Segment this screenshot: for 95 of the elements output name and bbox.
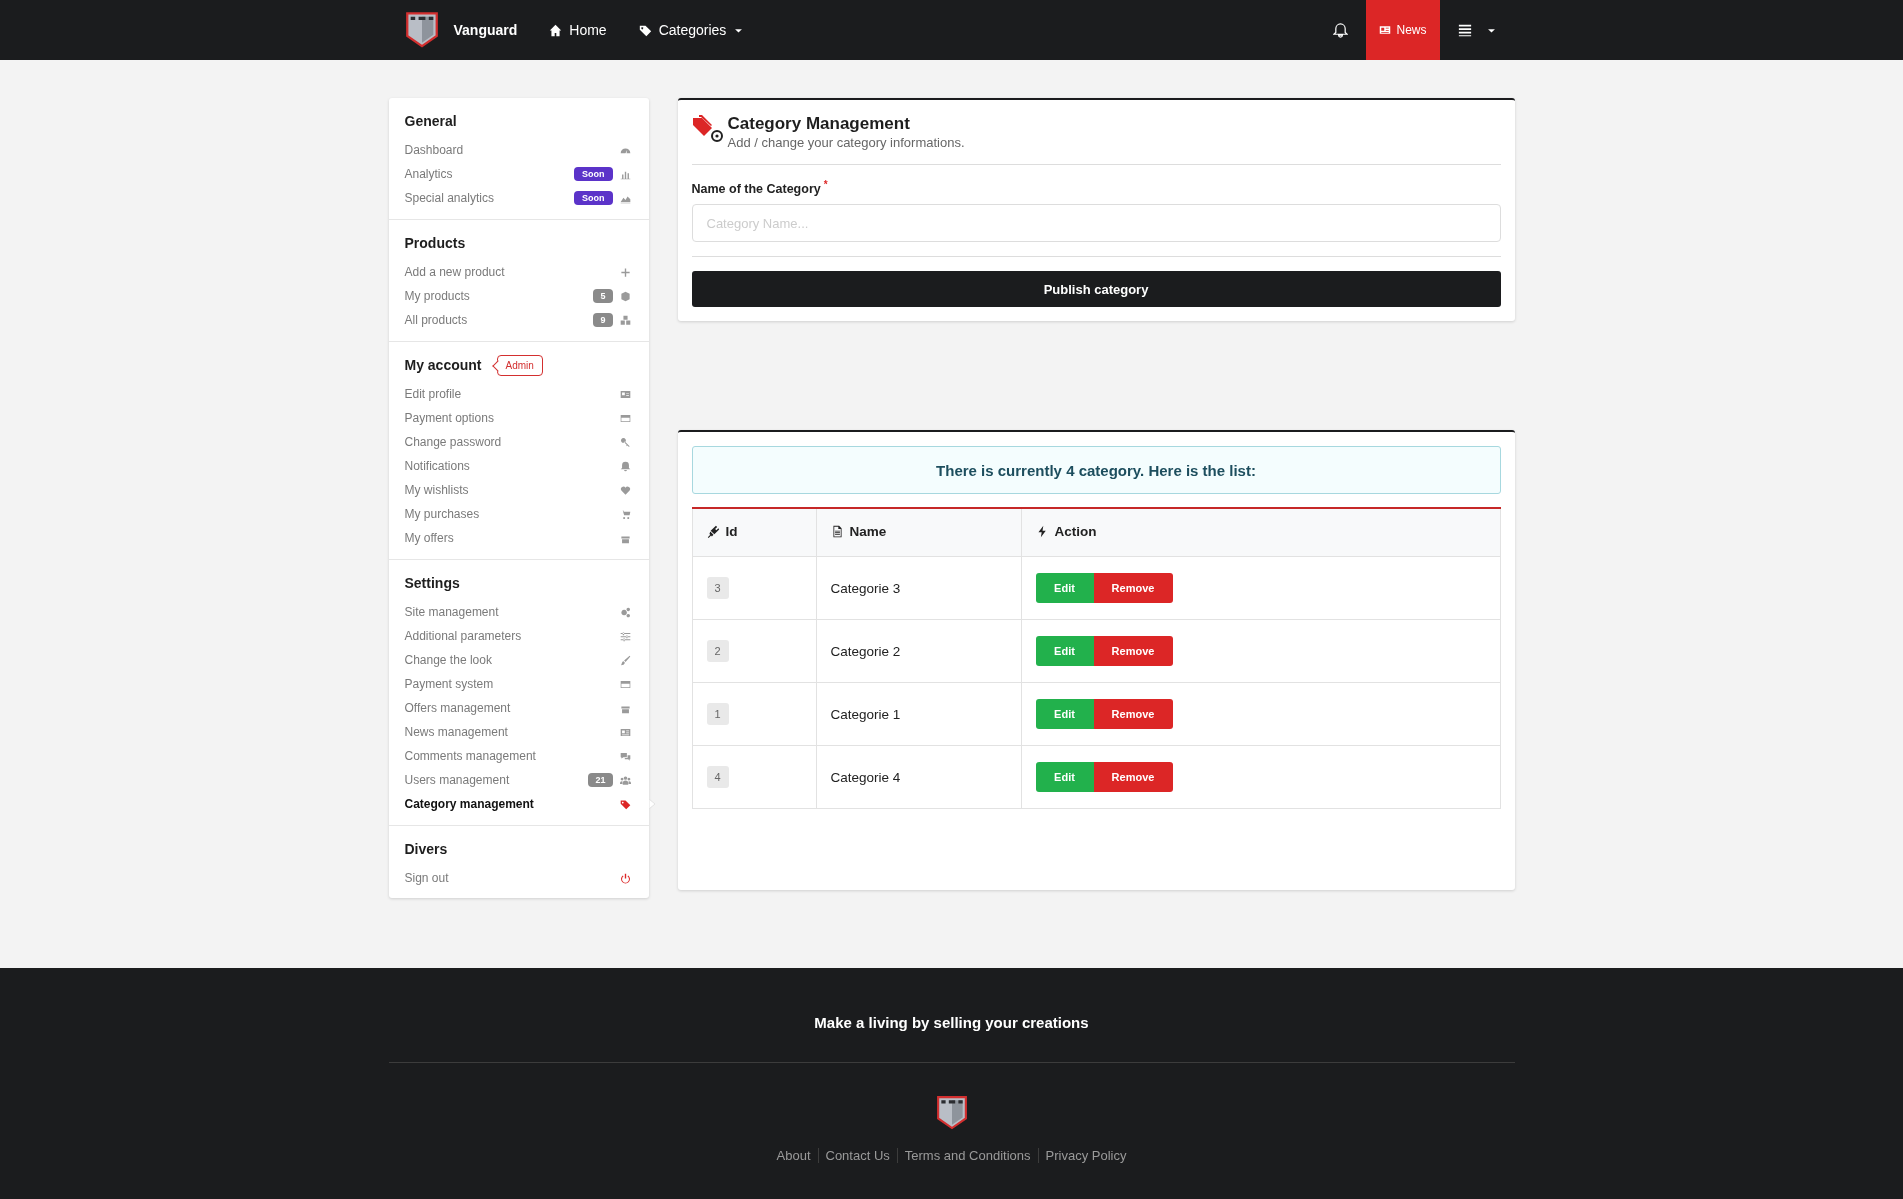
sidebar-item[interactable]: Payment options — [404, 406, 633, 430]
nav-link[interactable]: Home — [533, 22, 623, 38]
sidebar-item[interactable]: Payment system — [404, 672, 633, 696]
bell-icon — [1333, 22, 1349, 38]
badge: Soon — [574, 167, 613, 181]
sidebar-item[interactable]: Offers management — [404, 696, 633, 720]
sidebar-item[interactable]: Notifications — [404, 454, 633, 478]
power-icon — [620, 872, 631, 884]
credit-card-icon — [620, 678, 631, 690]
badge: 5 — [593, 289, 613, 303]
heart-icon — [620, 484, 631, 496]
edit-button[interactable]: Edit — [1035, 699, 1094, 730]
column-header: Name — [816, 508, 1021, 557]
sidebar-item[interactable]: Site management — [404, 600, 633, 624]
sidebar-item[interactable]: Category management — [404, 792, 633, 816]
sidebar-item[interactable]: Users management 21 — [404, 768, 633, 792]
plus-icon — [620, 266, 631, 278]
footer-link[interactable]: Terms and Conditions — [896, 1148, 1038, 1164]
sidebar-item[interactable]: Add a new product — [404, 260, 633, 284]
card-title: Category Management — [727, 114, 911, 134]
sidebar-item[interactable]: Change password — [404, 430, 633, 454]
edit-button[interactable]: Edit — [1035, 636, 1094, 667]
brand-link[interactable]: Vanguard — [388, 11, 534, 49]
sidebar-item[interactable]: Additional parameters — [404, 624, 633, 648]
news-button[interactable]: News — [1366, 0, 1440, 60]
id-badge: 3 — [706, 577, 729, 600]
card-subtitle: Add / change your category informations. — [727, 135, 965, 150]
column-header: Action — [1021, 508, 1500, 557]
sidebar-item[interactable]: My offers — [404, 526, 633, 550]
id-badge: 2 — [706, 640, 729, 663]
tags-icon — [620, 798, 631, 810]
remove-button[interactable]: Remove — [1093, 762, 1173, 793]
publish-button[interactable]: Publish category — [691, 271, 1501, 308]
sidebar-item[interactable]: Dashboard — [404, 138, 633, 162]
tags-gear-icon — [691, 114, 724, 144]
sidebar-item[interactable]: Analytics Soon — [404, 162, 633, 186]
table-cell: Categorie 2 — [816, 619, 1021, 683]
newspaper-icon — [620, 726, 631, 738]
shield-logo — [935, 1095, 968, 1131]
sliders-icon — [620, 630, 631, 642]
section-title: General — [404, 113, 457, 129]
brand-name: Vanguard — [453, 22, 518, 38]
edit-button[interactable]: Edit — [1035, 573, 1094, 604]
bell-icon — [620, 460, 631, 472]
sidebar-item[interactable]: News management — [404, 720, 633, 744]
newspaper-icon — [1379, 24, 1392, 36]
badge: Soon — [574, 191, 613, 205]
sidebar-item[interactable]: All products 9 — [404, 308, 633, 332]
sidebar-item[interactable]: Sign out — [404, 866, 633, 890]
sidebar-item[interactable]: Special analytics Soon — [404, 186, 633, 210]
column-header: Id — [692, 508, 816, 557]
edit-button[interactable]: Edit — [1035, 762, 1094, 793]
file-icon — [830, 525, 844, 539]
sidebar-item[interactable]: Comments management — [404, 744, 633, 768]
cubes-icon — [620, 314, 631, 326]
cube-icon — [620, 290, 631, 302]
id-badge: 1 — [706, 703, 729, 726]
id-badge: 4 — [706, 766, 729, 789]
badge: 9 — [593, 313, 613, 327]
sidebar-item[interactable]: My products 5 — [404, 284, 633, 308]
sidebar-item[interactable]: My purchases — [404, 502, 633, 526]
table-cell: Categorie 1 — [816, 682, 1021, 746]
menu-icon — [1457, 23, 1472, 37]
remove-button[interactable]: Remove — [1093, 699, 1173, 730]
footer-link[interactable]: About — [769, 1148, 818, 1164]
id-card-icon — [620, 388, 631, 400]
table-cell: Categorie 3 — [816, 556, 1021, 620]
shield-logo — [404, 11, 439, 49]
section-title: Products — [404, 235, 466, 251]
plug-icon — [706, 525, 720, 539]
section-title: Divers — [404, 841, 448, 857]
sidebar-item[interactable]: Edit profile — [404, 382, 633, 406]
comments-icon — [620, 750, 631, 762]
info-alert: There is currently 4 category. Here is the list: — [691, 446, 1501, 495]
brush-icon — [620, 654, 631, 666]
footer-link[interactable]: Contact Us — [817, 1148, 897, 1164]
section-title: My account — [404, 357, 482, 373]
cart-icon — [620, 508, 631, 520]
required-mark: * — [823, 179, 828, 190]
home-icon — [549, 23, 563, 37]
remove-button[interactable]: Remove — [1093, 636, 1173, 667]
users-icon — [620, 774, 631, 786]
tags-icon — [638, 23, 652, 37]
field-label: Name of the Category — [691, 182, 821, 197]
key-icon — [620, 436, 631, 448]
table-cell: Categorie 4 — [816, 745, 1021, 809]
sidebar-item[interactable]: My wishlists — [404, 478, 633, 502]
nav-link[interactable]: Categories — [622, 22, 761, 38]
footer-tagline: Make a living by selling your creations — [813, 1013, 1090, 1033]
badge: 21 — [588, 773, 613, 787]
sidebar-item[interactable]: Change the look — [404, 648, 633, 672]
footer-link[interactable]: Privacy Policy — [1037, 1148, 1134, 1164]
section-title: Settings — [404, 575, 460, 591]
credit-card-icon — [620, 412, 631, 424]
remove-button[interactable]: Remove — [1093, 573, 1173, 604]
